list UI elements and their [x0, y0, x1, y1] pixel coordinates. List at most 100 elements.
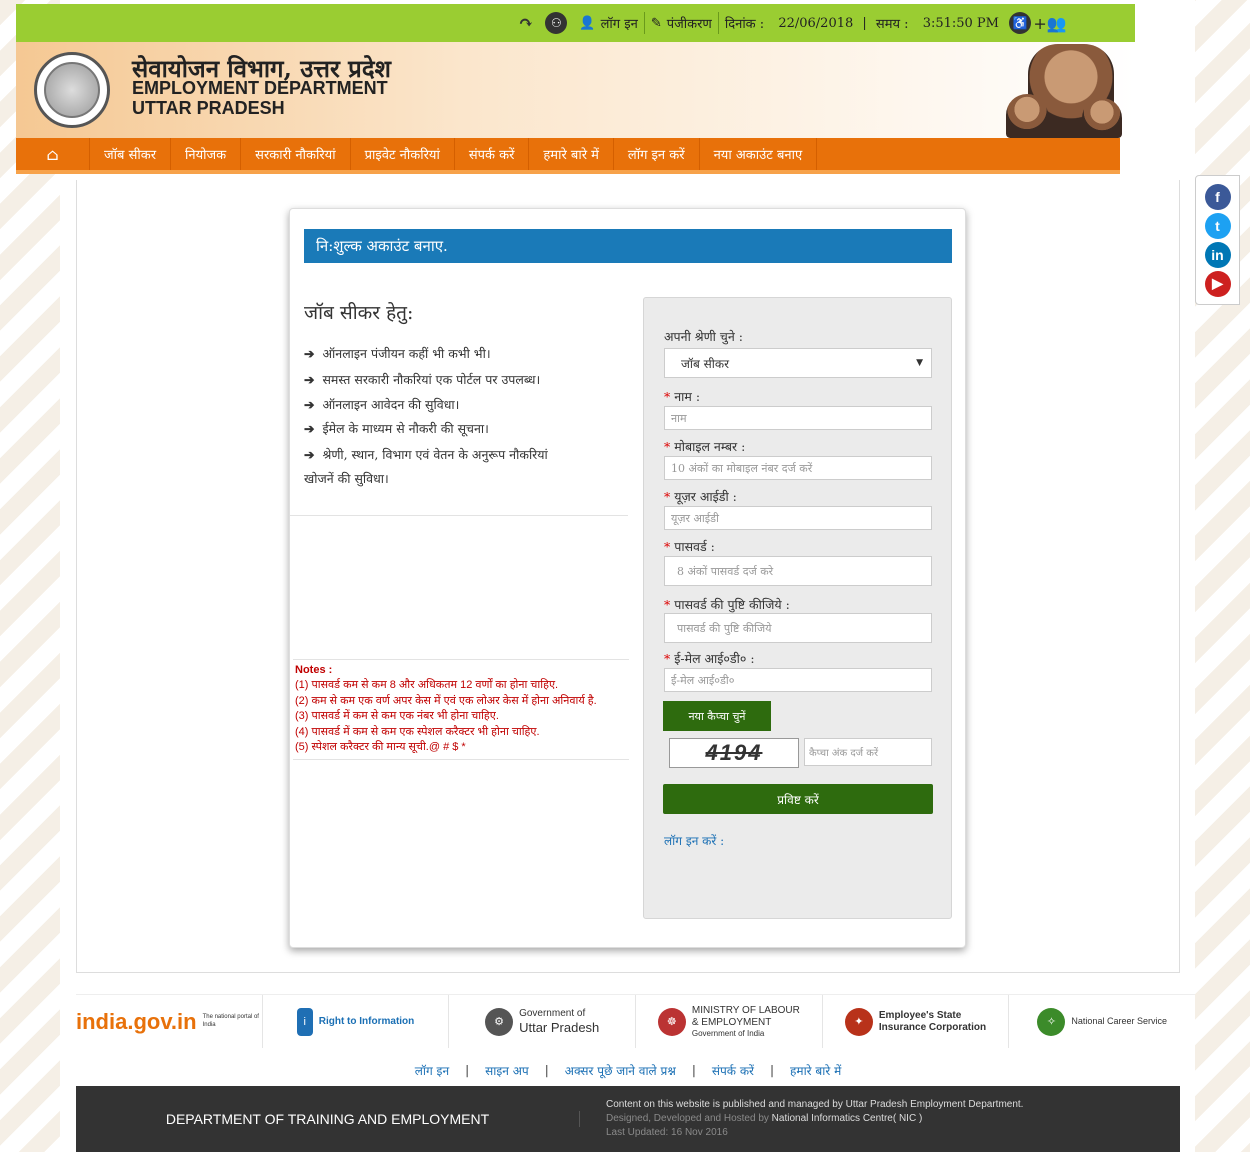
emblem-icon: ⚙	[485, 1007, 514, 1036]
name-label: * नाम :	[664, 389, 701, 404]
feature-item: ➔ ऑनलाइन आवेदन की सुविधा।	[304, 397, 460, 412]
submit-button[interactable]: प्रविष्ट करें	[663, 784, 933, 814]
home-icon[interactable]: ⌂	[16, 138, 90, 170]
up-govt-subtext: Uttar Pradesh	[519, 1019, 600, 1035]
category-label: अपनी श्रेणी चुने :	[664, 329, 743, 344]
confirm-password-input[interactable]: पासवर्ड की पुष्टि कीजिये	[664, 613, 932, 643]
note-item: (1) पासवर्ड कम से कम 8 और अधिकतम 12 वर्ण…	[295, 679, 559, 692]
social-sidebar: f t in ▶	[1195, 175, 1240, 305]
notes-title: Notes :	[295, 664, 333, 676]
confirm-password-label: * पासवर्ड की पुष्टि कीजिये :	[664, 597, 790, 612]
register-link[interactable]: ✎ पंजीकरण	[645, 4, 718, 42]
header-subtitle-english: UTTAR PRADESH	[132, 98, 285, 118]
footer-link-contact[interactable]: संपर्क करें	[696, 1062, 770, 1079]
labour-ministry-logo[interactable]: ☸ MINISTRY OF LABOUR & EMPLOYMENT Governme…	[636, 995, 823, 1048]
sitemap-icon[interactable]: ⚇	[539, 4, 573, 42]
arrow-right-icon: ➔	[304, 397, 315, 412]
site-header: सेवायोजन विभाग, उत्तर प्रदेश EMPLOYMENT …	[16, 42, 1135, 138]
name-input[interactable]: नाम	[664, 406, 932, 430]
arrow-right-icon: ➔	[304, 421, 315, 436]
ashoka-emblem-icon: ☸	[657, 1007, 686, 1036]
nav-item-employer[interactable]: नियोजक	[171, 138, 242, 170]
share-icon[interactable]: ↷	[512, 4, 539, 42]
nav-item-contact[interactable]: संपर्क करें	[455, 138, 530, 170]
user-icon: 👤	[579, 15, 596, 31]
accessibility-icon[interactable]: ♿	[1005, 8, 1035, 38]
email-input[interactable]: ई-मेल आई०डी०	[664, 668, 932, 692]
up-emblem-logo[interactable]	[34, 52, 110, 128]
note-item: (3) पासवर्ड में कम से कम एक नंबर भी होना…	[295, 710, 499, 723]
job-seeker-title: जॉब सीकर हेतु:	[304, 302, 414, 324]
nav-item-new-account[interactable]: नया अकाउंट बनाए	[700, 138, 818, 170]
caret-down-icon: ▼	[916, 358, 923, 368]
up-govt-text: Government of	[519, 1007, 586, 1019]
divider	[290, 515, 628, 516]
top-utility-bar: ↷ ⚇ 👤 लॉग इन ✎ पंजीकरण दिनांक : 22/06/2018…	[16, 4, 1135, 42]
login-link[interactable]: लॉग इन करें :	[664, 832, 724, 849]
footer-line: Content on this website is published and…	[606, 1099, 1024, 1110]
note-item: (2) कम से कम एक वर्ण अपर केस में एवं एक …	[295, 694, 597, 707]
partner-logos: india.gov.in The national portal of Indi…	[76, 994, 1195, 1048]
feature-item: ➔ ईमेल के माध्यम से नौकरी की सूचना।	[304, 421, 489, 436]
feature-item-continued: खोजनें की सुविधा।	[304, 471, 389, 486]
arrow-right-icon: ➔	[304, 346, 315, 361]
footer-link-faq[interactable]: अक्सर पूछे जाने वाले प्रश्न	[549, 1062, 692, 1079]
esic-emblem-icon: ✦	[844, 1007, 873, 1036]
nav-item-job-seeker[interactable]: जॉब सीकर	[90, 138, 172, 170]
rti-text: Right to Information	[318, 1015, 415, 1027]
footer-title: DEPARTMENT OF TRAINING AND EMPLOYMENT	[76, 1111, 580, 1127]
person-icon: i	[296, 1007, 313, 1036]
note-item: (5) स्पेशल करैक्टर की मान्य सूची.@ # $ *	[295, 740, 466, 753]
facebook-icon[interactable]: f	[1204, 183, 1231, 210]
feature-item: ➔ ऑनलाइन पंजीयन कहीं भी कभी भी।	[304, 346, 491, 361]
youtube-icon[interactable]: ▶	[1204, 270, 1231, 297]
divider	[76, 972, 1180, 973]
up-govt-logo[interactable]: ⚙ Government of Uttar Pradesh	[449, 995, 637, 1048]
userid-input[interactable]: यूज़र आईडी	[664, 506, 932, 530]
nav-item-govt-jobs[interactable]: सरकारी नौकरियां	[241, 138, 351, 170]
ncs-logo[interactable]: ✧ National Career Service	[1009, 995, 1195, 1048]
userid-label: * यूज़र आईडी :	[664, 489, 737, 504]
twitter-icon[interactable]: t	[1204, 212, 1231, 239]
india-gov-logo[interactable]: india.gov.in The national portal of Indi…	[76, 995, 263, 1048]
linkedin-icon[interactable]: in	[1204, 241, 1231, 268]
nav-item-about[interactable]: हमारे बारे में	[529, 138, 614, 170]
add-users-icon[interactable]: +👥	[1033, 8, 1066, 38]
footer-link-login[interactable]: लॉग इन	[399, 1062, 465, 1079]
login-link[interactable]: 👤 लॉग इन	[573, 4, 643, 42]
password-input[interactable]: 8 अंकों पासवर्ड दर्ज करे	[664, 556, 932, 586]
new-captcha-button[interactable]: नया कैप्चा चुनें	[663, 701, 771, 731]
esic-subtext: Insurance Corporation	[878, 1021, 987, 1033]
arrow-right-icon: ➔	[304, 372, 315, 387]
esic-text: Employee's State	[878, 1009, 962, 1021]
category-select[interactable]: जॉब सीकर ▼	[664, 348, 932, 378]
registration-form: अपनी श्रेणी चुने : जॉब सीकर ▼ * नाम : ना…	[643, 297, 952, 919]
date-display: दिनांक : 22/06/2018 | समय : 3:51:50 PM	[724, 15, 999, 33]
main-nav: ⌂ जॉब सीकर नियोजक सरकारी नौकरियां प्राइव…	[16, 138, 1120, 174]
india-gov-subtext: The national portal of India	[202, 1014, 259, 1028]
feature-item: ➔ श्रेणी, स्थान, विभाग एवं वेतन के अनुरूप…	[304, 447, 548, 462]
category-value: जॉब सीकर	[681, 356, 730, 371]
ncs-emblem-icon: ✧	[1037, 1007, 1066, 1036]
minister-photo-right	[1082, 98, 1122, 138]
card-heading: नि:शुल्क अकाउंट बनाए.	[304, 229, 952, 263]
captcha-image: 4194	[669, 738, 799, 768]
nav-item-private-jobs[interactable]: प्राइवेट नौकरियां	[351, 138, 455, 170]
rti-logo[interactable]: i Right to Information	[263, 995, 450, 1048]
mobile-label: * मोबाइल नम्बर :	[664, 439, 746, 454]
footer-link-signup[interactable]: साइन अप	[469, 1062, 545, 1079]
captcha-input[interactable]: कैप्चा अंक दर्ज करें	[804, 738, 932, 766]
nav-item-login[interactable]: लॉग इन करें	[614, 138, 700, 170]
header-title-english: EMPLOYMENT DEPARTMENT	[132, 78, 388, 98]
mobile-input[interactable]: 10 अंकों का मोबाइल नंबर दर्ज करें	[664, 456, 932, 480]
site-footer: DEPARTMENT OF TRAINING AND EMPLOYMENT Co…	[76, 1086, 1180, 1152]
esic-logo[interactable]: ✦ Employee's State Insurance Corporation	[823, 995, 1010, 1048]
password-notes: Notes : (1) पासवर्ड कम से कम 8 और अधिकतम…	[293, 659, 629, 761]
footer-updated: Last Updated: 16 Nov 2016	[606, 1127, 728, 1138]
nic-link[interactable]: National Informatics Centre( NIC )	[772, 1113, 923, 1124]
ministry-subtext: & EMPLOYMENT	[691, 1016, 772, 1028]
registration-card: नि:शुल्क अकाउंट बनाए. जॉब सीकर हेतु: ➔ ऑन…	[289, 208, 966, 948]
footer-line: Designed, Developed and Hosted by Nation…	[606, 1113, 923, 1124]
minister-photo-left	[1006, 94, 1048, 138]
footer-link-about[interactable]: हमारे बारे में	[774, 1062, 857, 1079]
